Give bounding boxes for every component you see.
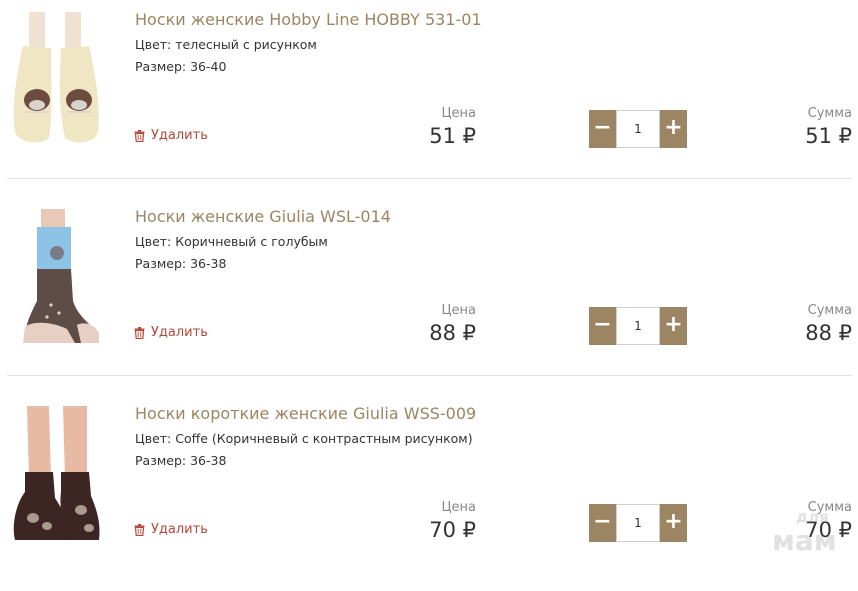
remove-button[interactable]: Удалить: [134, 325, 208, 340]
product-size: Размер: 36-38: [135, 256, 227, 271]
sum-label: Сумма: [807, 106, 852, 121]
sum-value: 51 ₽: [805, 124, 852, 148]
cart-item: Носки короткие женские Giulia WSS-009 Цв…: [0, 394, 858, 591]
cart-item: Носки женские Giulia WSL-014 Цвет: Корич…: [0, 197, 858, 394]
sum-label: Сумма: [807, 303, 852, 318]
product-color: Цвет: телесный с рисунком: [135, 37, 317, 52]
item-divider: [7, 375, 852, 376]
remove-label: Удалить: [151, 522, 208, 537]
product-size: Размер: 36-40: [135, 59, 227, 74]
price-label: Цена: [441, 500, 476, 515]
quantity-stepper: − 1 +: [589, 307, 687, 345]
product-photo-socks-dark-brown: [7, 406, 105, 540]
quantity-decrease-button[interactable]: −: [589, 307, 616, 345]
price-value: 70 ₽: [429, 518, 476, 542]
quantity-input[interactable]: 1: [616, 504, 660, 542]
product-color: Цвет: Coffe (Коричневый с контрастным ри…: [135, 431, 473, 446]
price-label: Цена: [441, 303, 476, 318]
product-image[interactable]: [7, 12, 105, 146]
quantity-stepper: − 1 +: [589, 110, 687, 148]
product-size: Размер: 36-38: [135, 453, 227, 468]
sum-label: Сумма: [807, 500, 852, 515]
product-title-link[interactable]: Носки женские Giulia WSL-014: [135, 207, 391, 226]
trash-icon: [134, 129, 145, 142]
quantity-decrease-button[interactable]: −: [589, 110, 616, 148]
cart-item: Носки женские Hobby Line HOBBY 531-01 Цв…: [0, 0, 858, 197]
price-value: 51 ₽: [429, 124, 476, 148]
trash-icon: [134, 523, 145, 536]
product-title-link[interactable]: Носки женские Hobby Line HOBBY 531-01: [135, 10, 482, 29]
remove-label: Удалить: [151, 325, 208, 340]
quantity-increase-button[interactable]: +: [660, 110, 687, 148]
product-photo-socks-beige: [7, 12, 105, 146]
product-title-link[interactable]: Носки короткие женские Giulia WSS-009: [135, 404, 476, 423]
item-divider: [7, 178, 852, 179]
product-photo-socks-brown-blue: [7, 209, 105, 343]
quantity-increase-button[interactable]: +: [660, 504, 687, 542]
remove-button[interactable]: Удалить: [134, 128, 208, 143]
quantity-decrease-button[interactable]: −: [589, 504, 616, 542]
product-image[interactable]: [7, 406, 105, 540]
quantity-input[interactable]: 1: [616, 307, 660, 345]
quantity-input[interactable]: 1: [616, 110, 660, 148]
remove-label: Удалить: [151, 128, 208, 143]
price-value: 88 ₽: [429, 321, 476, 345]
sum-value: 88 ₽: [805, 321, 852, 345]
product-color: Цвет: Коричневый с голубым: [135, 234, 328, 249]
trash-icon: [134, 326, 145, 339]
remove-button[interactable]: Удалить: [134, 522, 208, 537]
cart-list: Носки женские Hobby Line HOBBY 531-01 Цв…: [0, 0, 858, 556]
price-label: Цена: [441, 106, 476, 121]
product-image[interactable]: [7, 209, 105, 343]
quantity-stepper: − 1 +: [589, 504, 687, 542]
sum-value: 70 ₽: [805, 518, 852, 542]
quantity-increase-button[interactable]: +: [660, 307, 687, 345]
